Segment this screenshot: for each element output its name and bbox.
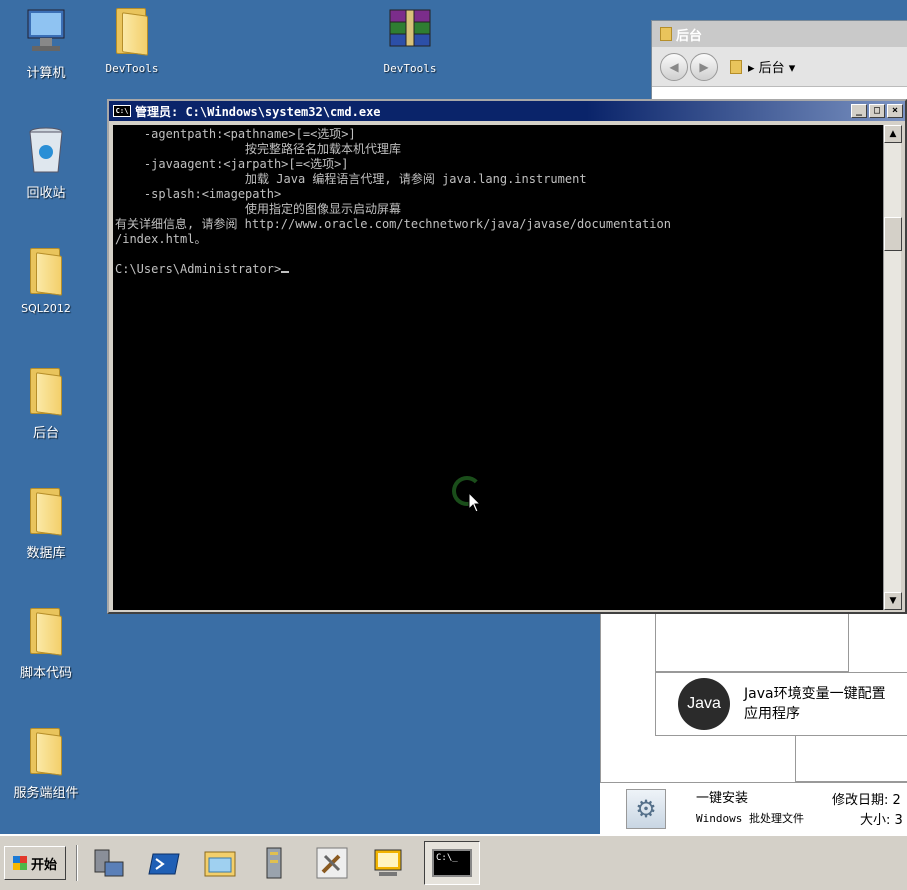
cmd-line: 加载 Java 编程语言代理, 请参阅 java.lang.instrument <box>115 172 587 186</box>
scroll-up-arrow-icon[interactable]: ▲ <box>884 125 902 143</box>
desktop-icon-sql2012[interactable]: SQL2012 <box>6 244 86 315</box>
cmd-output: -agentpath:<pathname>[=<选项>] 按完整路径名加载本机代… <box>113 125 883 277</box>
explorer-title-bar[interactable]: 后台 <box>652 21 907 47</box>
java-app-subtitle: 应用程序 <box>744 706 800 722</box>
cmd-title: 管理员: C:\Windows\system32\cmd.exe <box>135 104 381 119</box>
file-modified: 修改日期: 2 <box>832 793 901 808</box>
desktop-icon-label: 服务端组件 <box>13 786 79 801</box>
desktop-icon-server-components[interactable]: 服务端组件 <box>6 724 86 801</box>
monitor-icon[interactable] <box>368 843 408 883</box>
explorer-nav-bar: ◀ ▶ ▸ 后台 ▾ <box>652 47 907 87</box>
windows-flag-icon <box>13 856 27 870</box>
folder-icon <box>22 724 70 776</box>
desktop-icon-label: SQL2012 <box>21 302 71 315</box>
desktop-icon-label: 数据库 <box>26 546 66 561</box>
cmd-icon: C:\_ <box>432 849 473 877</box>
batch-file-item[interactable]: ⚙ 一键安装 Windows 批处理文件 修改日期: 2 大小: 3 <box>600 782 907 834</box>
desktop-icon-database[interactable]: 数据库 <box>6 484 86 561</box>
taskbar-cmd-button[interactable]: C:\_ <box>424 841 481 885</box>
desktop-icon-recycle-bin[interactable]: 回收站 <box>6 124 86 201</box>
desktop-icon-computer[interactable]: 计算机 <box>6 4 86 81</box>
java-logo-icon: Java <box>678 678 730 730</box>
address-text: ▸ 后台 ▾ <box>748 61 796 76</box>
folder-icon <box>22 604 70 656</box>
folder-icon <box>22 244 70 296</box>
text-cursor <box>281 271 290 273</box>
cmd-icon: C:\ <box>113 105 131 117</box>
tools-icon[interactable] <box>312 843 352 883</box>
desktop-icon-devtools-folder[interactable]: DevTools <box>92 4 172 75</box>
desktop-icon-devtools-archive[interactable]: DevTools <box>370 4 450 75</box>
cmd-window[interactable]: C:\ 管理员: C:\Windows\system32\cmd.exe _ □… <box>107 99 907 614</box>
desktop-icon-label: DevTools <box>105 62 159 75</box>
start-button[interactable]: 开始 <box>4 846 67 880</box>
powershell-icon[interactable] <box>144 843 184 883</box>
cmd-line: -agentpath:<pathname>[=<选项>] <box>115 127 356 141</box>
desktop-icon-label: 脚本代码 <box>19 666 72 681</box>
desktop-icon-houtai[interactable]: 后台 <box>6 364 86 441</box>
cmd-line: 按完整路径名加载本机代理库 <box>115 142 402 156</box>
minimize-button[interactable]: _ <box>851 104 867 118</box>
file-name: 一键安装 <box>696 790 749 806</box>
cmd-prompt: C:\Users\Administrator> <box>115 262 282 276</box>
batch-file-gear-icon: ⚙ <box>626 788 666 829</box>
file-size: 大小: 3 <box>860 813 903 828</box>
recycle-bin-icon <box>22 124 70 176</box>
cmd-line: /index.html。 <box>115 232 207 246</box>
explorer-icon[interactable] <box>200 843 240 883</box>
cmd-console[interactable]: -agentpath:<pathname>[=<选项>] 按完整路径名加载本机代… <box>113 125 883 610</box>
mouse-pointer-icon <box>468 491 482 518</box>
cmd-line: 使用指定的图像显示启动屏幕 <box>115 202 402 216</box>
file-type: Windows 批处理文件 <box>696 811 804 825</box>
file-tile[interactable] <box>795 732 907 782</box>
desktop-icon-label: DevTools <box>383 62 437 75</box>
cmd-line: -javaagent:<jarpath>[=<选项>] <box>115 157 349 171</box>
cmd-line: 有关详细信息, 请参阅 http://www.oracle.com/techne… <box>115 217 671 231</box>
back-button[interactable]: ◀ <box>660 52 688 81</box>
folder-icon <box>22 484 70 536</box>
scrollbar-thumb[interactable] <box>884 217 902 251</box>
desktop-icon-label: 回收站 <box>26 186 66 201</box>
close-button[interactable]: × <box>887 104 903 118</box>
file-tile[interactable] <box>655 612 849 672</box>
forward-button[interactable]: ▶ <box>690 52 718 81</box>
java-app-title: Java环境变量一键配置 <box>744 686 886 702</box>
server-manager-icon[interactable] <box>88 843 128 883</box>
cmd-line: -splash:<imagepath> <box>115 187 282 201</box>
folder-icon <box>108 4 156 56</box>
desktop-icon-label: 后台 <box>32 426 59 441</box>
taskbar: 开始 C:\_ <box>0 834 907 890</box>
cmd-scrollbar[interactable]: ▲ ▼ <box>883 125 902 610</box>
taskbar-separator <box>76 845 79 881</box>
explorer-title: 后台 <box>676 28 703 44</box>
scroll-down-arrow-icon[interactable]: ▼ <box>884 592 902 610</box>
folder-icon <box>730 59 742 74</box>
java-app-tile[interactable]: Java Java环境变量一键配置 应用程序 <box>655 672 907 736</box>
desktop-icon-scripts[interactable]: 脚本代码 <box>6 604 86 681</box>
folder-icon <box>22 364 70 416</box>
cmd-title-bar[interactable]: C:\ 管理员: C:\Windows\system32\cmd.exe _ □… <box>109 101 905 121</box>
file-cabinet-icon[interactable] <box>256 843 296 883</box>
computer-icon <box>22 4 70 56</box>
maximize-button[interactable]: □ <box>869 104 885 118</box>
start-label: 开始 <box>31 857 58 873</box>
desktop-icon-label: 计算机 <box>26 66 66 81</box>
address-bar[interactable]: ▸ 后台 ▾ <box>730 57 795 76</box>
folder-icon <box>660 27 672 41</box>
winrar-archive-icon <box>386 4 434 56</box>
